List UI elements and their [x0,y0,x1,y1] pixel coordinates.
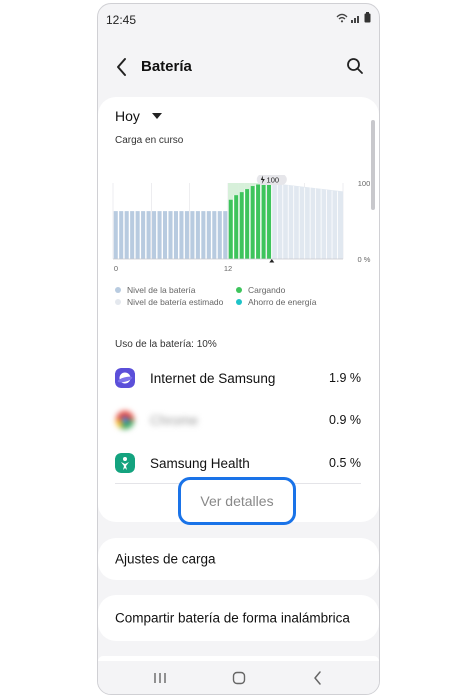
x-tick-label: 0 [114,264,118,273]
y-tick-label: 0 % [358,255,371,264]
current-time-marker [269,259,275,263]
battery-bar [168,211,173,259]
phone-frame: 12:45 Batería Hoy Carga en curso 100 100… [97,3,380,695]
app-row-samsung-internet[interactable]: Internet de Samsung 1.9 % [115,363,361,393]
legend-label: Cargando [248,285,286,295]
battery-bar [217,211,222,259]
battery-bar [206,211,211,259]
legend-item: Ahorro de energía [236,297,317,307]
battery-bar [228,199,233,259]
wireless-battery-share-item[interactable]: Compartir batería de forma inalámbrica [98,595,379,641]
back-nav-icon[interactable] [309,669,327,687]
battery-bar [124,211,129,259]
legend-label: Nivel de la batería [127,285,196,295]
legend-label: Ahorro de energía [248,297,317,307]
chevron-down-icon [151,113,162,119]
battery-bar [256,184,261,259]
battery-bar [261,183,266,259]
app-bar: Batería [98,44,379,90]
legend-item: Nivel de la batería [115,285,196,295]
wifi-icon [336,13,348,22]
app-name: Chrome [150,412,199,428]
battery-bar [130,211,135,259]
battery-bar [157,211,162,259]
battery-bar [113,211,118,259]
y-tick-label: 100 [358,179,371,188]
battery-bar [173,211,179,259]
x-tick-label: 12 [224,264,232,273]
signal-icon [351,15,359,23]
period-dropdown[interactable]: Hoy [115,108,162,124]
battery-bar [212,211,217,259]
battery-bar [245,189,250,259]
battery-bar [162,211,168,259]
back-arrow-icon[interactable] [112,56,132,78]
charge-headroom [238,183,245,193]
app-percent: 1.9 % [329,371,361,385]
battery-bar [146,211,151,259]
legend-swatch [236,299,242,305]
legend-swatch [115,299,121,305]
charge-headroom [244,183,250,190]
charge-headroom [233,183,239,196]
battery-bar [234,195,239,259]
status-icons [336,12,371,23]
legend-swatch [115,287,121,293]
legend-item: Cargando [236,285,285,295]
battery-bar [190,211,195,259]
battery-bar [135,211,140,259]
charge-headroom [228,183,234,200]
battery-bar [195,211,200,259]
recent-apps-icon[interactable] [151,669,169,687]
battery-bar [223,211,228,259]
chart-annotation: 100 [267,176,280,185]
battery-usage-card: Hoy Carga en curso 100 100 0 % 0 12 Nivel de… [98,97,379,525]
battery-bar [267,183,272,259]
battery-bar [184,211,189,259]
battery-icon [364,12,371,23]
home-icon[interactable] [230,669,248,687]
charging-settings-item[interactable]: Ajustes de carga [98,538,379,580]
wireless-battery-share-label: Compartir batería de forma inalámbrica [115,610,350,626]
battery-bar [250,186,255,259]
period-selected: Hoy [115,108,140,124]
status-time: 12:45 [106,13,137,27]
battery-bar [141,211,146,259]
samsung-health-icon [115,453,135,473]
charging-settings-label: Ajustes de carga [115,551,216,567]
battery-bar [201,211,206,259]
samsung-internet-icon [115,368,135,388]
battery-bar [152,211,157,259]
app-row-chrome[interactable]: Chrome 0.9 % [115,405,361,435]
app-row-samsung-health[interactable]: Samsung Health 0.5 % [115,448,361,478]
legend-swatch [236,287,242,293]
battery-usage-label: Uso de la batería: 10% [115,339,217,350]
scrollbar[interactable] [371,120,375,210]
charging-status: Carga en curso [115,135,184,146]
battery-bar [179,211,184,259]
battery-bar [119,211,124,259]
app-name: Samsung Health [150,455,250,471]
charge-headroom [249,183,256,187]
legend-label: Nivel de batería estimado [127,297,224,307]
app-percent: 0.9 % [329,413,361,427]
page-title: Batería [141,58,192,75]
search-icon[interactable] [345,56,365,76]
app-name: Internet de Samsung [150,370,276,386]
legend-item: Nivel de batería estimado [115,297,223,307]
navigation-bar [98,661,379,694]
battery-chart: 100 100 0 % 0 12 [112,175,371,273]
view-details-button[interactable]: Ver detalles [178,477,296,525]
app-percent: 0.5 % [329,456,361,470]
battery-bar [239,192,244,259]
chrome-icon [116,411,134,430]
status-bar: 12:45 [98,4,379,34]
